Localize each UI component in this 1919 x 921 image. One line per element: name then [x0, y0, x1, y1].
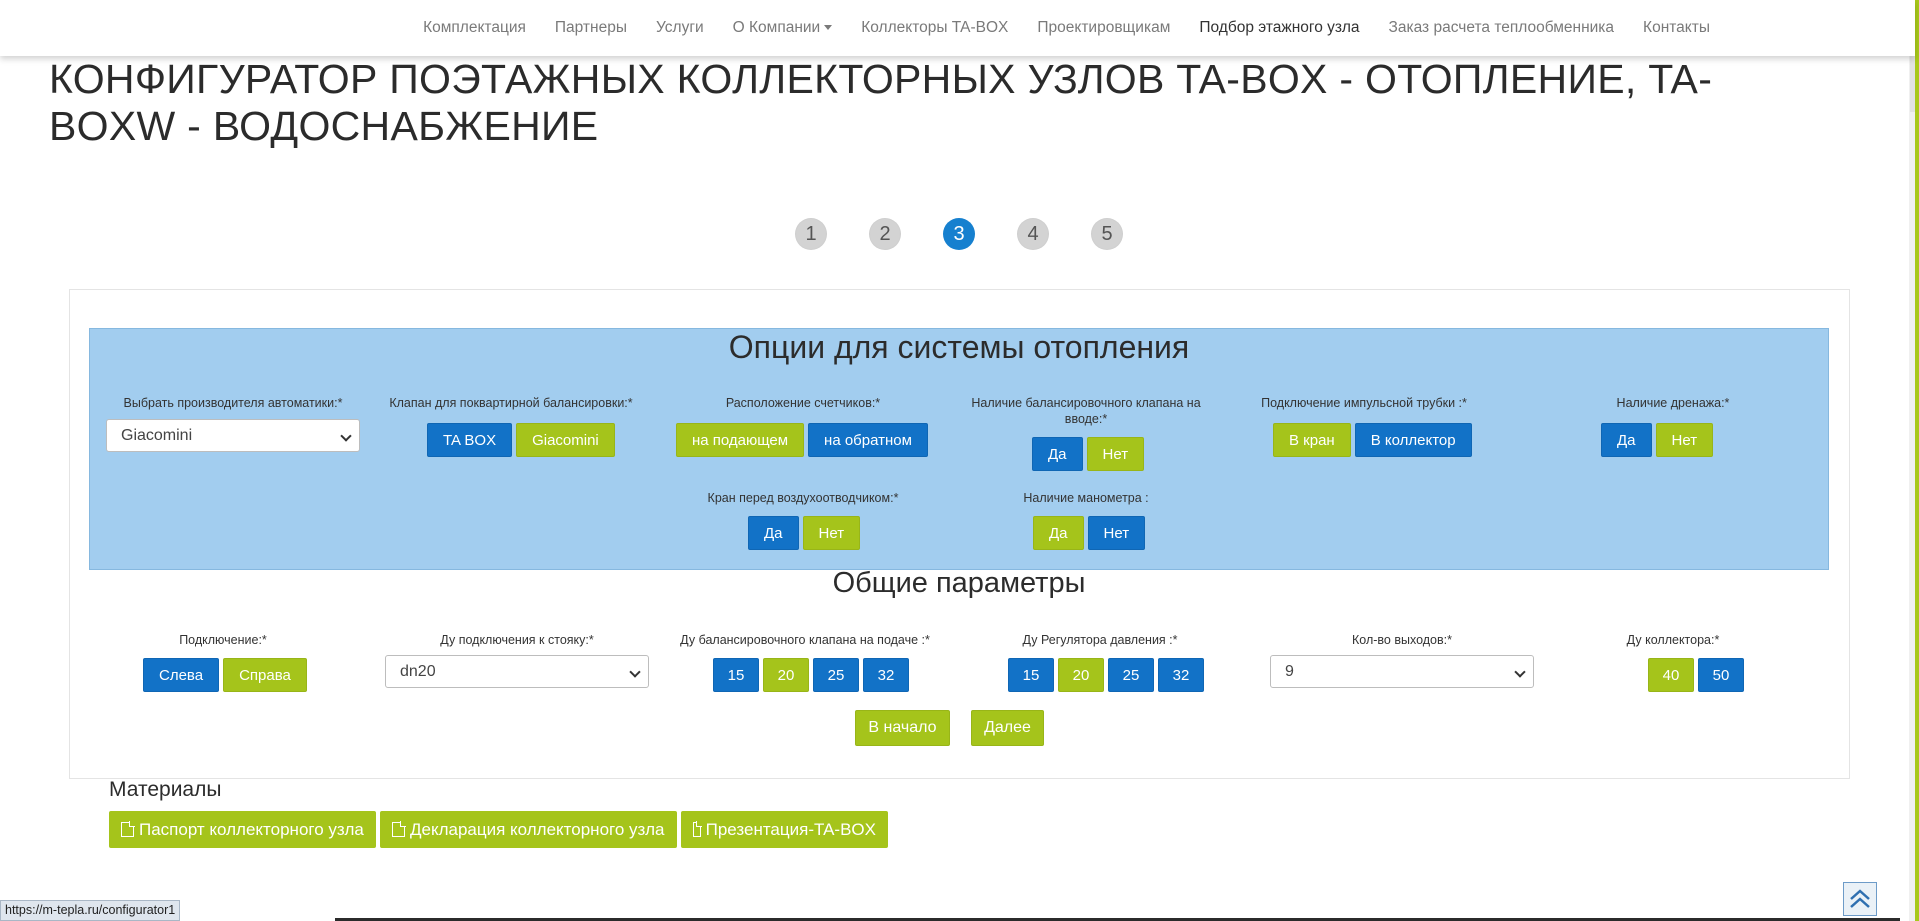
caret-down-icon: [824, 25, 833, 31]
nav-link-services[interactable]: Услуги: [656, 19, 704, 37]
drainage-yes-button[interactable]: Да: [1601, 423, 1652, 457]
riser-dn-label: Ду подключения к стояку:*: [440, 633, 594, 647]
general-section-title: Общие параметры: [832, 567, 1086, 599]
connection-right-button[interactable]: Справа: [223, 658, 307, 692]
connection-label: Подключение:*: [179, 633, 267, 647]
automation-label: Выбрать производителя автоматики:*: [123, 396, 343, 410]
regulator-dn-15-button[interactable]: 15: [1008, 658, 1054, 692]
connection-group: Слева Справа: [143, 658, 307, 692]
automation-select[interactable]: Giacomini: [106, 419, 360, 452]
nav-link-heat-exchanger[interactable]: Заказ расчета теплообменника: [1389, 19, 1615, 37]
manometer-label: Наличие манометра :: [1023, 491, 1149, 505]
balancing-valve-giacomini-button[interactable]: Giacomini: [516, 423, 615, 457]
regulator-dn-20-button[interactable]: 20: [1058, 658, 1104, 692]
meter-supply-button[interactable]: на подающем: [676, 423, 804, 457]
manometer-yes-button[interactable]: Да: [1033, 516, 1084, 550]
nav-link-contacts[interactable]: Контакты: [1643, 19, 1710, 37]
regulator-dn-32-button[interactable]: 32: [1158, 658, 1204, 692]
double-chevron-up-icon: [1850, 889, 1870, 908]
collector-dn-50-button[interactable]: 50: [1698, 658, 1744, 692]
back-to-start-button[interactable]: В начало: [855, 710, 950, 746]
regulator-dn-group: 15 20 25 32: [1008, 658, 1204, 692]
nav-link-about-label: О Компании: [732, 19, 821, 36]
supply-valve-dn-32-button[interactable]: 32: [863, 658, 909, 692]
manometer-no-button[interactable]: Нет: [1087, 516, 1146, 550]
step-indicator: 1 2 3 4 5: [796, 219, 1122, 249]
nav-link-komplektaciya[interactable]: Комплектация: [423, 19, 526, 37]
pdf-file-icon: [392, 821, 406, 837]
drainage-label: Наличие дренажа:*: [1616, 396, 1730, 410]
drainage-no-button[interactable]: Нет: [1655, 423, 1714, 457]
regulator-dn-label: Ду Регулятора давления :*: [1022, 633, 1178, 647]
drainage-group: Да Нет: [1601, 423, 1714, 457]
inlet-balancing-no-button[interactable]: Нет: [1086, 437, 1145, 471]
declaration-download-button[interactable]: Декларация коллекторного узла: [380, 811, 677, 848]
regulator-dn-25-button[interactable]: 25: [1108, 658, 1154, 692]
nav-link-partners[interactable]: Партнеры: [555, 19, 627, 37]
meter-return-button[interactable]: на обратном: [808, 423, 928, 457]
supply-valve-dn-25-button[interactable]: 25: [813, 658, 859, 692]
outlets-label: Кол-во выходов:*: [1352, 633, 1452, 647]
nav-link-designers[interactable]: Проектировщикам: [1037, 19, 1170, 37]
air-vent-valve-group: Да Нет: [748, 516, 861, 550]
outlets-select-value: 9: [1285, 662, 1294, 680]
balancing-valve-label: Клапан для поквартирной балансировки:*: [389, 396, 633, 410]
impulse-tube-label: Подключение импульсной трубки :*: [1261, 396, 1467, 410]
status-bar-url: https://m-tepla.ru/configurator1: [0, 900, 181, 921]
scroll-to-top-button[interactable]: [1843, 882, 1877, 916]
chevron-down-icon: [629, 666, 641, 678]
automation-select-value: Giacomini: [121, 426, 193, 444]
nav-link-about[interactable]: О Компании: [733, 19, 833, 37]
nav-link-ta-box[interactable]: Коллекторы TA-BOX: [861, 19, 1008, 37]
step-5[interactable]: 5: [1092, 219, 1122, 249]
meter-location-label: Расположение счетчиков:*: [725, 396, 881, 410]
balancing-valve-group: TA BOX Giacomini: [427, 423, 615, 457]
balancing-valve-ta-box-button[interactable]: TA BOX: [427, 423, 513, 457]
inlet-balancing-label: Наличие балансировочного клапана на ввод…: [971, 396, 1201, 426]
impulse-tube-tap-button[interactable]: В кран: [1273, 423, 1351, 457]
next-button[interactable]: Далее: [971, 710, 1044, 746]
pdf-file-icon: [693, 821, 702, 837]
presentation-download-button[interactable]: Презентация-TA-BOX: [681, 811, 888, 848]
materials-title: Материалы: [109, 778, 222, 801]
passport-download-button[interactable]: Паспорт коллекторного узла: [109, 811, 376, 848]
inlet-balancing-group: Да Нет: [1032, 437, 1145, 471]
supply-valve-dn-20-button[interactable]: 20: [763, 658, 809, 692]
heating-section-title: Опции для системы отопления: [728, 329, 1190, 365]
top-navbar: Комплектация Партнеры Услуги О Компании …: [0, 0, 1915, 56]
supply-valve-dn-group: 15 20 25 32: [713, 658, 909, 692]
chevron-down-icon: [1514, 666, 1526, 678]
air-vent-valve-no-button[interactable]: Нет: [802, 516, 861, 550]
impulse-tube-collector-button[interactable]: В коллектор: [1354, 423, 1472, 457]
connection-left-button[interactable]: Слева: [143, 658, 220, 692]
collector-dn-label: Ду коллектора:*: [1626, 633, 1720, 647]
inlet-balancing-yes-button[interactable]: Да: [1032, 437, 1083, 471]
outlets-select[interactable]: 9: [1270, 655, 1534, 688]
collector-dn-40-button[interactable]: 40: [1648, 658, 1694, 692]
manometer-group: Да Нет: [1033, 516, 1146, 550]
presentation-download-label: Презентация-TA-BOX: [705, 819, 876, 839]
step-3[interactable]: 3: [944, 219, 974, 249]
air-vent-valve-label: Кран перед воздухоотводчиком:*: [707, 491, 899, 505]
supply-valve-dn-label: Ду балансировочного клапана на подаче :*: [680, 633, 930, 647]
step-1[interactable]: 1: [796, 219, 826, 249]
pdf-file-icon: [121, 821, 135, 837]
scroll-progress-bar: [1915, 0, 1919, 921]
air-vent-valve-yes-button[interactable]: Да: [748, 516, 799, 550]
riser-dn-select-value: dn20: [400, 662, 436, 680]
passport-download-label: Паспорт коллекторного узла: [139, 819, 364, 839]
step-2[interactable]: 2: [870, 219, 900, 249]
impulse-tube-group: В кран В коллектор: [1273, 423, 1472, 457]
collector-dn-group: 40 50: [1648, 658, 1744, 692]
nav-link-floor-unit[interactable]: Подбор этажного узла: [1199, 19, 1359, 37]
riser-dn-select[interactable]: dn20: [385, 655, 649, 688]
chevron-down-icon: [340, 430, 352, 442]
declaration-download-label: Декларация коллекторного узла: [410, 819, 665, 839]
step-4[interactable]: 4: [1018, 219, 1048, 249]
nav-menu: Комплектация Партнеры Услуги О Компании …: [423, 0, 1710, 56]
meter-location-group: на подающем на обратном: [676, 423, 928, 457]
supply-valve-dn-15-button[interactable]: 15: [713, 658, 759, 692]
page-title: КОНФИГУРАТОР ПОЭТАЖНЫХ КОЛЛЕКТОРНЫХ УЗЛО…: [49, 56, 1713, 149]
